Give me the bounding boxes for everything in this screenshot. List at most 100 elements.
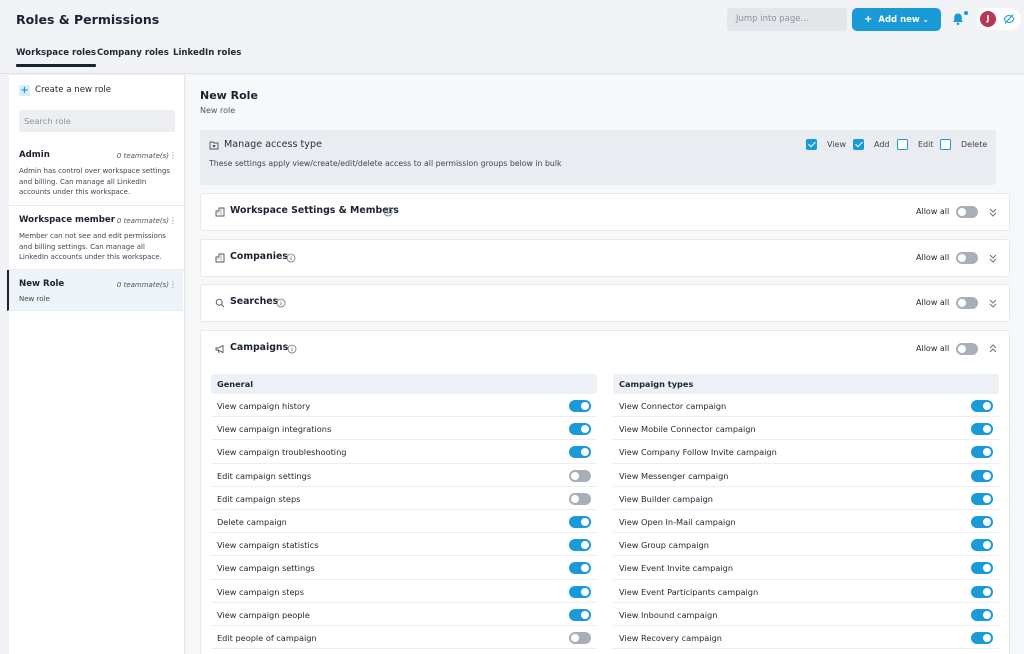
permission-row: View Group campaign: [613, 533, 999, 557]
role-teammate-count: 0 teammate(s): [116, 152, 169, 160]
folder-lock-icon: [209, 141, 219, 150]
permission-toggle[interactable]: [971, 515, 993, 528]
permission-toggle[interactable]: [971, 631, 993, 644]
edit-checkbox[interactable]: [897, 139, 908, 150]
permission-toggle[interactable]: [971, 585, 993, 598]
permission-toggle[interactable]: [971, 446, 993, 459]
permission-row: View campaign troubleshooting: [211, 440, 597, 464]
allow-all-label: Allow all: [916, 298, 950, 307]
permission-toggle[interactable]: [569, 539, 591, 552]
kebab-menu-icon[interactable]: ⋮: [169, 280, 177, 289]
permission-toggle[interactable]: [569, 515, 591, 528]
permission-toggle[interactable]: [971, 423, 993, 436]
role-card-new-role[interactable]: New Role 0 teammate(s) ⋮ New role: [7, 270, 183, 311]
search-role-input[interactable]: Search role: [19, 110, 175, 132]
permission-toggle[interactable]: [971, 400, 993, 412]
permission-toggle[interactable]: [971, 608, 993, 621]
permission-toggle[interactable]: [569, 469, 591, 482]
user-menu[interactable]: J: [977, 8, 1021, 30]
chevrons-down-icon[interactable]: [988, 297, 998, 309]
permission-row: View campaign people: [211, 603, 597, 626]
role-name: New Role: [19, 279, 65, 289]
chevrons-up-icon[interactable]: [988, 343, 998, 355]
plus-icon: +: [864, 14, 873, 25]
kebab-menu-icon[interactable]: ⋮: [169, 151, 177, 160]
allow-all-toggle[interactable]: [956, 206, 978, 218]
section-workspace-settings[interactable]: Workspace Settings & Members Allow all: [200, 193, 1010, 231]
allow-all-toggle[interactable]: [956, 252, 978, 264]
tab-workspace-roles[interactable]: Workspace roles: [16, 48, 97, 67]
role-card-workspace-member[interactable]: Workspace member 0 teammate(s) ⋮ Member …: [9, 206, 185, 270]
permission-toggle[interactable]: [569, 492, 591, 505]
role-teammate-count: 0 teammate(s): [116, 217, 169, 225]
permission-label: View Event Participants campaign: [619, 586, 759, 597]
bell-icon[interactable]: [951, 12, 965, 26]
permission-label: View Open In-Mail campaign: [619, 516, 736, 527]
roles-sidebar: + Create a new role Search role Admin 0 …: [7, 75, 185, 654]
permission-row: View Inbound campaign: [613, 603, 999, 626]
permission-row: View campaign steps: [211, 580, 597, 603]
permission-toggle[interactable]: [569, 608, 591, 621]
permission-row: Edit campaign steps: [211, 487, 597, 510]
permission-label: View Event Invite campaign: [619, 563, 734, 574]
info-icon[interactable]: [276, 298, 286, 308]
permission-label: View Connector campaign: [619, 401, 727, 411]
general-header: General: [211, 374, 597, 394]
tab-linkedin-roles[interactable]: LinkedIn roles: [173, 48, 241, 58]
kebab-menu-icon[interactable]: ⋮: [169, 216, 177, 225]
view-label: View: [827, 140, 846, 149]
jump-into-page-input[interactable]: Jump into page...: [727, 8, 847, 31]
allow-all-toggle[interactable]: [956, 343, 978, 355]
building-icon: [215, 207, 225, 217]
info-icon[interactable]: [286, 253, 296, 263]
info-icon[interactable]: [287, 344, 297, 354]
section-companies[interactable]: Companies Allow all: [200, 239, 1010, 277]
notification-dot: [964, 11, 968, 15]
permission-label: View campaign integrations: [217, 424, 332, 435]
permission-toggle[interactable]: [971, 469, 993, 482]
permission-row: Edit campaign settings: [211, 464, 597, 487]
permission-row: View Messenger campaign: [613, 464, 999, 487]
create-role-button[interactable]: + Create a new role: [19, 83, 111, 97]
permission-label: View campaign settings: [217, 563, 315, 574]
section-title: Campaigns: [230, 342, 289, 353]
role-description: Admin has control over workspace setting…: [19, 167, 171, 196]
permission-toggle[interactable]: [569, 446, 591, 459]
add-checkbox[interactable]: [853, 139, 864, 150]
permission-label: Edit campaign settings: [217, 470, 312, 481]
info-icon[interactable]: [383, 207, 393, 217]
permission-toggle[interactable]: [971, 562, 993, 575]
eye-slash-icon[interactable]: [1003, 13, 1015, 25]
permission-toggle[interactable]: [569, 562, 591, 575]
access-title: Manage access type: [224, 139, 322, 150]
permission-row: View Event Invite campaign: [613, 556, 999, 580]
delete-checkbox[interactable]: [940, 139, 951, 150]
chevrons-down-icon[interactable]: [988, 206, 998, 218]
permission-label: View campaign people: [217, 609, 310, 620]
permission-toggle[interactable]: [971, 492, 993, 505]
allow-all-label: Allow all: [916, 253, 950, 262]
permission-toggle[interactable]: [569, 400, 591, 412]
chevrons-down-icon[interactable]: [988, 252, 998, 264]
permission-label: View campaign troubleshooting: [217, 447, 347, 458]
permission-toggle[interactable]: [971, 539, 993, 552]
create-role-label: Create a new role: [35, 85, 112, 95]
role-card-admin[interactable]: Admin 0 teammate(s) ⋮ Admin has control …: [9, 141, 185, 206]
section-searches[interactable]: Searches Allow all: [200, 284, 1010, 322]
section-title: Workspace Settings & Members: [230, 205, 399, 216]
section-title: Searches: [230, 296, 279, 307]
general-permissions: General View campaign history View campai…: [211, 374, 597, 650]
permission-toggle[interactable]: [569, 423, 591, 436]
add-new-button[interactable]: + Add new ⌄: [852, 8, 941, 31]
permission-toggle[interactable]: [569, 585, 591, 598]
permission-row: Edit people of campaign: [211, 626, 597, 650]
view-checkbox[interactable]: [806, 139, 817, 150]
tab-company-roles[interactable]: Company roles: [97, 48, 169, 58]
permission-toggle[interactable]: [569, 631, 591, 644]
page-title: Roles & Permissions: [16, 12, 160, 27]
permission-row: View Builder campaign: [613, 487, 999, 510]
role-teammate-count: 0 teammate(s): [116, 281, 169, 289]
allow-all-toggle[interactable]: [956, 297, 978, 309]
permission-label: View Inbound campaign: [619, 609, 718, 620]
add-label: Add: [874, 140, 890, 149]
